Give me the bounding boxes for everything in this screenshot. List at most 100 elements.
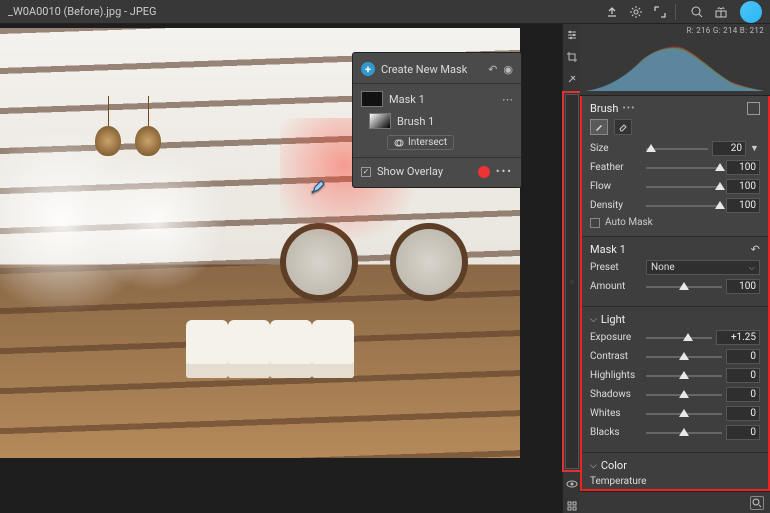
presets-icon[interactable] — [565, 499, 579, 513]
divider — [353, 83, 521, 84]
whites-value[interactable]: 0 — [726, 406, 760, 421]
create-mask-label[interactable]: Create New Mask — [381, 63, 467, 76]
divider — [675, 4, 676, 20]
blacks-slider[interactable] — [646, 427, 722, 439]
decor — [128, 96, 168, 156]
feather-label: Feather — [590, 162, 642, 173]
decor — [228, 320, 270, 378]
flow-slider[interactable] — [646, 181, 722, 193]
crop-icon[interactable] — [565, 50, 579, 64]
adjust-icon[interactable] — [565, 28, 579, 42]
show-overlay-checkbox[interactable]: ✓ — [361, 167, 371, 177]
brush-thumb — [369, 113, 391, 129]
shadows-slider[interactable] — [646, 389, 722, 401]
redeye-icon[interactable] — [565, 477, 579, 491]
user-avatar[interactable] — [740, 1, 762, 23]
light-header[interactable]: ⌵Light — [590, 313, 760, 326]
mask-item[interactable]: Mask 1 ⋯ — [359, 88, 515, 110]
right-tool-strip — [562, 24, 580, 513]
density-value[interactable]: 100 — [726, 198, 760, 213]
whites-label: Whites — [590, 408, 642, 419]
decor — [312, 320, 354, 378]
density-label: Density — [590, 200, 642, 211]
undo-icon[interactable]: ↶ — [751, 243, 760, 256]
auto-mask-checkbox[interactable] — [590, 218, 600, 228]
contrast-value[interactable]: 0 — [726, 349, 760, 364]
size-slider[interactable] — [646, 143, 708, 155]
exposure-slider[interactable] — [646, 332, 712, 344]
brush-erase-tool[interactable] — [614, 119, 632, 135]
show-overlay-label: Show Overlay — [377, 165, 443, 178]
canvas-area[interactable]: + Create New Mask ↶ ◉ Mask 1 ⋯ Brush 1 I… — [0, 24, 562, 513]
preset-value: None — [651, 262, 675, 273]
brush-item[interactable]: Brush 1 — [359, 110, 515, 132]
decor — [88, 96, 128, 156]
size-label: Size — [590, 143, 642, 154]
histogram-chart — [586, 41, 764, 91]
exposure-value[interactable]: +1.25 — [716, 330, 760, 345]
brush-menu-icon[interactable]: ••• — [622, 103, 635, 114]
search-icon[interactable] — [688, 3, 706, 21]
preset-select[interactable]: None⌵ — [646, 260, 760, 275]
feather-slider[interactable] — [646, 162, 722, 174]
temperature-label: Temperature — [590, 476, 647, 487]
highlights-slider[interactable] — [646, 370, 722, 382]
expand-icon[interactable] — [651, 3, 669, 21]
histogram-panel[interactable]: R: 216 G: 214 B: 212 — [580, 24, 770, 96]
color-title: Color — [601, 459, 627, 472]
intersect-label: Intersect — [408, 137, 447, 148]
highlights-label: Highlights — [590, 370, 642, 381]
brush-add-tool[interactable] — [590, 119, 608, 135]
size-value[interactable]: 20 — [712, 141, 746, 156]
brush-reset-icon[interactable] — [747, 102, 760, 115]
flow-value[interactable]: 100 — [726, 179, 760, 194]
color-section: ⌵Color Temperature — [582, 453, 768, 491]
gift-icon[interactable] — [712, 3, 730, 21]
mask-adjust-section: Mask 1 ↶ Preset None⌵ Amount100 — [582, 237, 768, 307]
adjustments-scroll[interactable]: Brush ••• Size 20 ▼ Feather 100 Flow 100 Den… — [580, 96, 770, 491]
app-titlebar: _W0A0010 (Before).jpg - JPEG — [0, 0, 770, 24]
blacks-label: Blacks — [590, 427, 642, 438]
brush-title: Brush — [590, 102, 618, 115]
light-section: ⌵Light Exposure +1.25 Contrast 0 Highlight… — [582, 307, 768, 453]
contrast-label: Contrast — [590, 351, 642, 362]
brush-cursor-icon — [310, 178, 328, 196]
export-icon[interactable] — [603, 3, 621, 21]
decor — [186, 320, 228, 378]
overlay-more-icon[interactable]: ••• — [496, 165, 513, 178]
density-slider[interactable] — [646, 200, 722, 212]
whites-slider[interactable] — [646, 408, 722, 420]
intersect-button[interactable]: Intersect — [387, 135, 454, 150]
amount-slider[interactable] — [646, 281, 722, 293]
auto-mask-label: Auto Mask — [605, 217, 653, 228]
gear-icon[interactable] — [627, 3, 645, 21]
masking-icon[interactable] — [565, 94, 579, 469]
brush-name: Brush 1 — [397, 115, 434, 128]
brush-section: Brush ••• Size 20 ▼ Feather 100 Flow 100 Den… — [582, 96, 768, 237]
highlights-value[interactable]: 0 — [726, 368, 760, 383]
amount-value[interactable]: 100 — [726, 279, 760, 294]
more-icon[interactable]: ⋯ — [502, 93, 513, 106]
mask-adjust-title: Mask 1 — [590, 243, 626, 256]
feather-value[interactable]: 100 — [726, 160, 760, 175]
blacks-value[interactable]: 0 — [726, 425, 760, 440]
decor — [270, 320, 312, 378]
shadows-value[interactable]: 0 — [726, 387, 760, 402]
shadows-label: Shadows — [590, 389, 642, 400]
add-mask-button[interactable]: + — [361, 62, 375, 76]
size-disclosure-icon[interactable]: ▼ — [750, 143, 760, 154]
contrast-slider[interactable] — [646, 351, 722, 363]
divider — [353, 157, 521, 158]
undo-icon[interactable]: ↶ — [488, 63, 497, 76]
masking-panel[interactable]: + Create New Mask ↶ ◉ Mask 1 ⋯ Brush 1 I… — [352, 52, 522, 188]
light-title: Light — [601, 313, 625, 326]
overlay-color-swatch[interactable] — [478, 166, 490, 178]
eye-icon[interactable]: ◉ — [503, 63, 513, 76]
heal-icon[interactable] — [565, 72, 579, 86]
color-header[interactable]: ⌵Color — [590, 459, 760, 472]
exposure-label: Exposure — [590, 332, 642, 343]
right-panel: R: 216 G: 214 B: 212 Brush ••• Size 20 ▼ F… — [580, 24, 770, 513]
flow-label: Flow — [590, 181, 642, 192]
histogram-readout: R: 216 G: 214 B: 212 — [586, 26, 764, 35]
panel-search-icon[interactable] — [750, 496, 764, 510]
